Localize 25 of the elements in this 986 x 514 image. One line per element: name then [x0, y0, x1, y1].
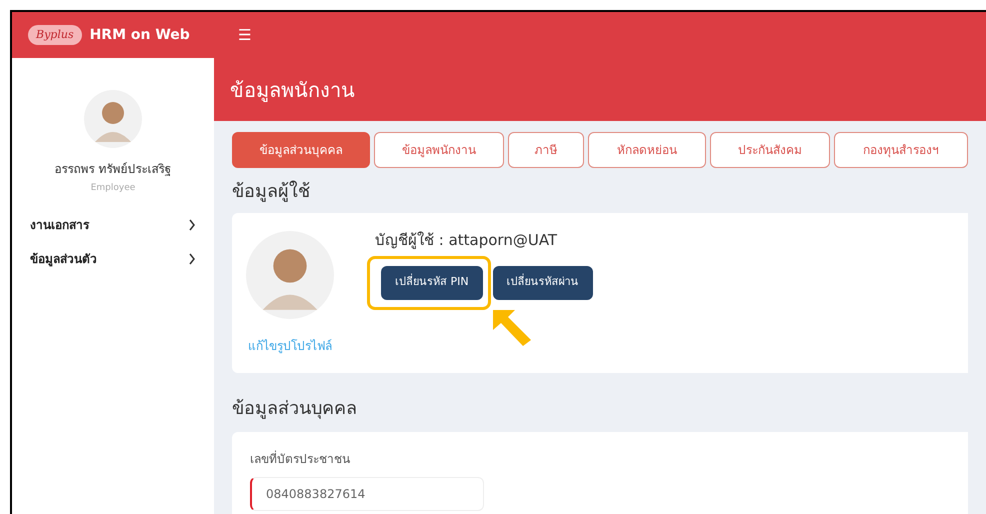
chevron-right-icon[interactable]	[188, 218, 196, 230]
user-name: อรรถพร ทรัพย์ประเสริฐ	[54, 161, 172, 178]
tab[interactable]: ข้อมูลพนักงาน	[374, 132, 504, 168]
tab[interactable]: ประกันสังคม	[710, 132, 830, 168]
arrow-icon	[490, 308, 533, 348]
app-name: HRM on Web	[90, 26, 190, 44]
chevron-right-icon[interactable]	[188, 252, 196, 264]
sidebar-item[interactable]: ข้อมูลส่วนตัว	[30, 250, 97, 268]
edit-photo-link[interactable]: แก้ไขรูปโปรไฟล์	[248, 337, 332, 355]
change-button[interactable]: เปลี่ยนรหัสผ่าน	[492, 266, 593, 300]
sidebar-item[interactable]: งานเอกสาร	[30, 216, 89, 234]
tab[interactable]: หักลดหย่อน	[588, 132, 706, 168]
tab[interactable]: ข้อมูลส่วนบุคคล	[232, 132, 370, 168]
section-heading: ข้อมูลส่วนบุคคล	[232, 397, 358, 421]
id-number-field[interactable]: 0840883827614	[250, 477, 484, 511]
logo: Byplus	[28, 24, 82, 46]
field-label: เลขที่บัตรประชาชน	[250, 450, 351, 468]
tab[interactable]: กองทุนสำรองฯ	[834, 132, 968, 168]
account-label: บัญชีผู้ใช้ : attaporn@UAT	[375, 230, 558, 251]
change-button[interactable]: เปลี่ยนรหัส PIN	[381, 266, 483, 300]
page-title: ข้อมูลพนักงาน	[230, 76, 355, 104]
tab[interactable]: ภาษี	[508, 132, 584, 168]
user-role: Employee	[90, 182, 136, 195]
section-heading: ข้อมูลผู้ใช้	[232, 180, 311, 204]
avatar-silhouette	[84, 90, 142, 148]
